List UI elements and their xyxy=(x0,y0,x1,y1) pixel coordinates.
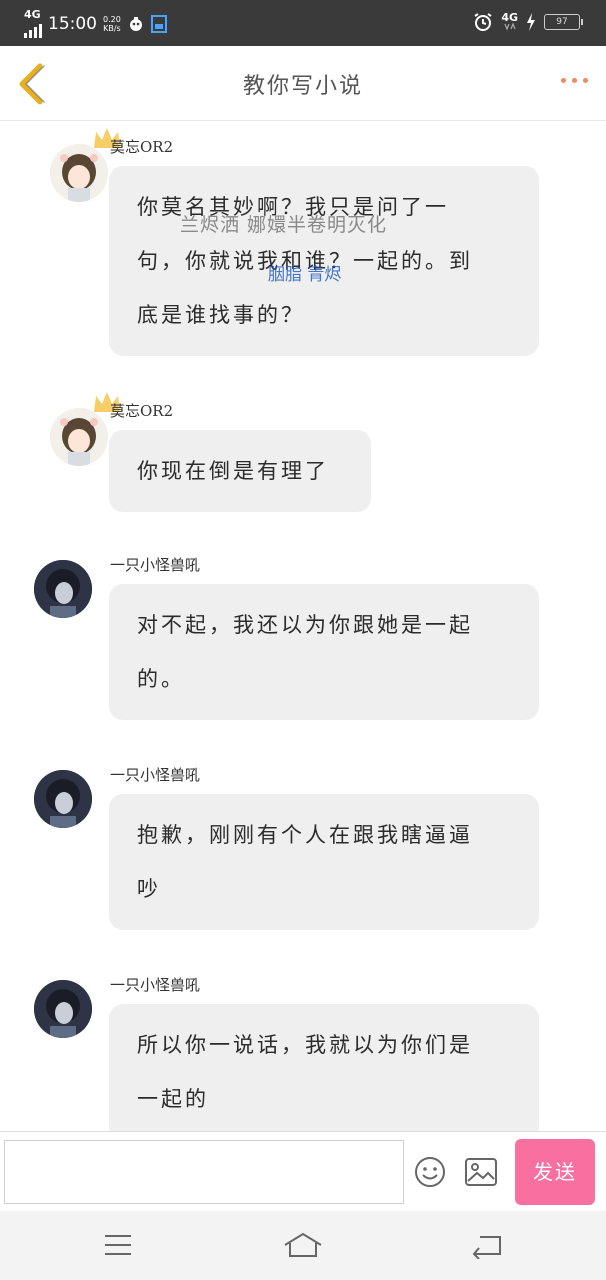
message-line: 你现在倒是有理了 xyxy=(137,459,329,483)
network-speed-value: 0.20 xyxy=(103,15,121,24)
network-type-label: 4G xyxy=(24,8,41,21)
menu-icon xyxy=(105,1235,131,1255)
chat-message: 一只小怪兽吼 抱歉，刚刚有个人在跟我瞎逼逼 吵 xyxy=(0,764,606,934)
message-bubble[interactable]: 对不起，我还以为你跟她是一起 的。 xyxy=(109,584,539,720)
status-time: 15:00 xyxy=(48,14,97,34)
home-icon xyxy=(284,1232,322,1257)
network-speed: 0.20 KB/s xyxy=(103,15,121,33)
cellular-signal-right-icon: 4G xyxy=(501,11,518,31)
more-dot xyxy=(572,78,577,83)
chat-header: 教你写小说 xyxy=(0,46,606,121)
sender-name: 一只小怪兽吼 xyxy=(110,976,201,994)
chat-message: 莫忘OR2 你现在倒是有理了 xyxy=(0,392,606,515)
alarm-icon xyxy=(474,13,492,31)
message-input[interactable] xyxy=(4,1140,404,1204)
boy-avatar-icon xyxy=(34,980,92,1038)
system-navigation-bar xyxy=(0,1211,606,1280)
avatar[interactable] xyxy=(50,144,108,202)
emoji-button[interactable] xyxy=(414,1156,446,1188)
sender-name: 莫忘OR2 xyxy=(110,138,174,156)
sender-name: 一只小怪兽吼 xyxy=(110,766,201,784)
file-transfer-icon xyxy=(150,15,167,33)
image-icon xyxy=(465,1158,497,1186)
message-line: 句，你就说我和谁？一起的。到 xyxy=(137,249,473,273)
charging-icon xyxy=(527,13,535,31)
message-input-bar: 发送 xyxy=(0,1131,606,1212)
send-button[interactable]: 发送 xyxy=(515,1139,595,1205)
more-dot xyxy=(561,78,566,83)
message-bubble[interactable]: 所以你一说话，我就以为你们是 一起的 xyxy=(109,1004,539,1134)
message-bubble[interactable]: 你莫名其妙啊？我只是问了一 句，你就说我和谁？一起的。到 底是谁找事的？ xyxy=(109,166,539,356)
chat-message: 莫忘OR2 你莫名其妙啊？我只是问了一 句，你就说我和谁？一起的。到 底是谁找事… xyxy=(0,128,606,356)
boy-avatar-icon xyxy=(34,560,92,618)
message-line: 的。 xyxy=(137,667,185,691)
page-title: 教你写小说 xyxy=(242,74,363,99)
message-line: 一起的 xyxy=(137,1087,209,1111)
message-bubble[interactable]: 抱歉，刚刚有个人在跟我瞎逼逼 吵 xyxy=(109,794,539,930)
avatar[interactable] xyxy=(50,408,108,466)
message-line: 吵 xyxy=(137,877,161,901)
sender-name: 一只小怪兽吼 xyxy=(110,556,201,574)
cellular-signal-icon: 4G xyxy=(24,8,42,38)
app-notification-icon xyxy=(129,17,142,31)
network-speed-unit: KB/s xyxy=(103,24,121,33)
chat-message: 一只小怪兽吼 所以你一说话，我就以为你们是 一起的 xyxy=(0,974,606,1134)
avatar[interactable] xyxy=(34,980,92,1038)
more-dot xyxy=(583,78,588,83)
image-button[interactable] xyxy=(464,1157,498,1187)
more-options-button[interactable] xyxy=(561,78,588,83)
smiley-icon xyxy=(415,1157,445,1187)
avatar[interactable] xyxy=(34,770,92,828)
avatar[interactable] xyxy=(34,560,92,618)
girl-avatar-icon xyxy=(50,144,108,202)
message-bubble[interactable]: 你现在倒是有理了 xyxy=(109,430,371,512)
message-line: 底是谁找事的？ xyxy=(137,303,305,327)
message-line: 抱歉，刚刚有个人在跟我瞎逼逼 xyxy=(137,823,473,847)
back-nav-button[interactable] xyxy=(470,1231,504,1263)
network-type-label-right: 4G xyxy=(501,11,518,24)
message-line: 所以你一说话，我就以为你们是 xyxy=(137,1033,473,1057)
boy-avatar-icon xyxy=(34,770,92,828)
chat-message: 一只小怪兽吼 对不起，我还以为你跟她是一起 的。 xyxy=(0,554,606,724)
battery-indicator: 97 xyxy=(544,14,583,30)
menu-button[interactable] xyxy=(102,1231,134,1263)
return-icon xyxy=(472,1236,501,1260)
message-line: 对不起，我还以为你跟她是一起 xyxy=(137,613,473,637)
sender-name: 莫忘OR2 xyxy=(110,402,174,420)
home-button[interactable] xyxy=(283,1231,323,1263)
girl-avatar-icon xyxy=(50,408,108,466)
message-line: 你莫名其妙啊？我只是问了一 xyxy=(137,195,449,219)
status-bar: 4G 15:00 0.20 KB/s 4G 97 xyxy=(0,0,606,46)
